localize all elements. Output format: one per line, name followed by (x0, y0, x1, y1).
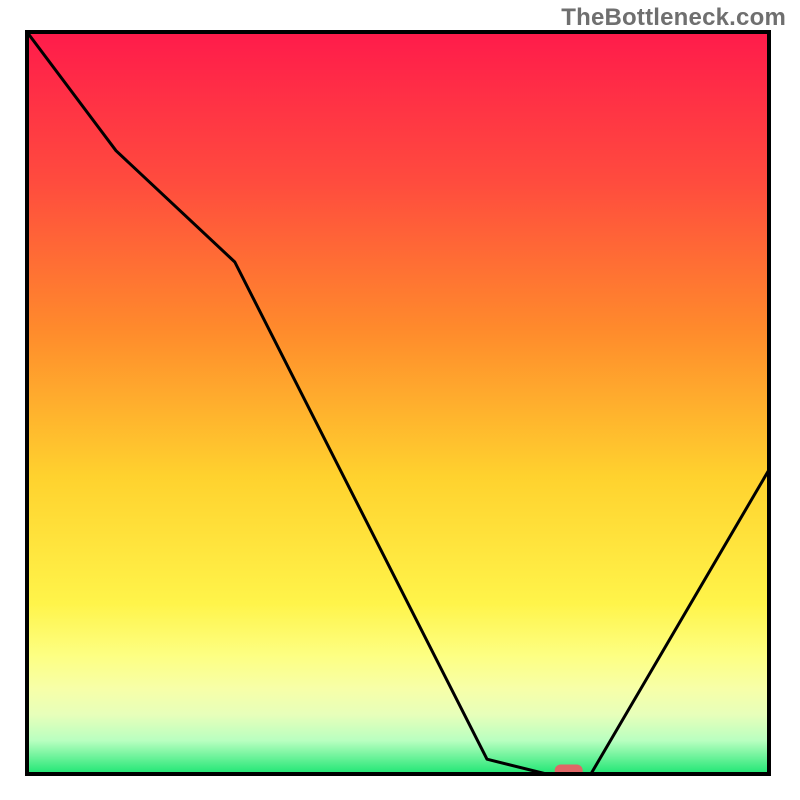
watermark-text: TheBottleneck.com (561, 4, 786, 32)
bottleneck-chart (0, 0, 800, 800)
chart-container: TheBottleneck.com (0, 0, 800, 800)
